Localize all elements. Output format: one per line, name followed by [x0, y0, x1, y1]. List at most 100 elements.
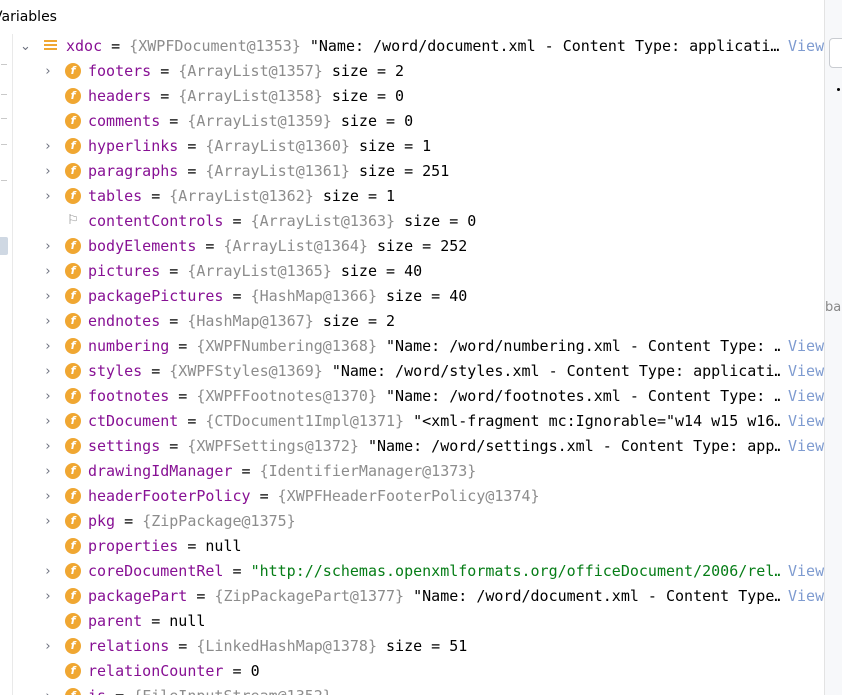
chevron-right-icon[interactable]: ›: [43, 159, 53, 184]
chevron-right-icon[interactable]: ›: [43, 384, 53, 409]
chevron-right-icon[interactable]: ›: [43, 134, 53, 159]
equals-sign: =: [223, 287, 251, 305]
tree-row-hyperlinks[interactable]: › f hyperlinks = {ArrayList@1360} size = 1: [0, 134, 824, 159]
row-text: coreDocumentRel = "http://schemas.openxm…: [88, 559, 780, 584]
tree-row-pkg[interactable]: › f pkg = {ZipPackage@1375}: [0, 509, 824, 534]
variable-value: "Name: /word/footnotes.xml - Content Typ…: [386, 387, 780, 405]
tree-row-footnotes[interactable]: › f footnotes = {XWPFFootnotes@1370} "Name…: [0, 384, 824, 409]
variable-name: pictures: [88, 262, 161, 280]
tree-row-styles[interactable]: › f styles = {XWPFStyles@1369} "Name: /wor…: [0, 359, 824, 384]
tree-row-footers[interactable]: › f footers = {ArrayList@1357} size = 2: [0, 59, 824, 84]
chevron-right-icon[interactable]: ›: [43, 459, 53, 484]
tree-row-coreDocumentRel[interactable]: › f coreDocumentRel = "http://schemas.open…: [0, 559, 824, 584]
row-text: footers = {ArrayList@1357} size = 2: [88, 59, 824, 84]
tree-row-tables[interactable]: › f tables = {ArrayList@1362} size = 1: [0, 184, 824, 209]
chevron-right-icon[interactable]: ›: [43, 359, 53, 384]
tree-row-contentControls[interactable]: ⚐ contentControls = {ArrayList@1363} size…: [0, 209, 824, 234]
row-text: pictures = {ArrayList@1365} size = 40: [88, 259, 824, 284]
view-link[interactable]: View: [780, 384, 824, 409]
field-icon: f: [65, 263, 81, 279]
tree-row-pictures[interactable]: › f pictures = {ArrayList@1365} size = 40: [0, 259, 824, 284]
chevron-right-icon[interactable]: ›: [43, 184, 53, 209]
row-text: ctDocument = {CTDocument1Impl@1371} "<xm…: [88, 409, 780, 434]
field-icon: f: [65, 163, 81, 179]
variable-name: headerFooterPolicy: [88, 487, 251, 505]
object-reference: {HashMap@1366}: [250, 287, 377, 305]
tree-row-numbering[interactable]: › f numbering = {XWPFNumbering@1368} "Name…: [0, 334, 824, 359]
view-link[interactable]: View: [780, 359, 824, 384]
chevron-right-icon[interactable]: ›: [43, 334, 53, 359]
right-side-panel: bac: [824, 0, 842, 695]
tree-row-packagePart[interactable]: › f packagePart = {ZipPackagePart@1377} "N…: [0, 584, 824, 609]
tree-row-relations[interactable]: › f relations = {LinkedHashMap@1378} size …: [0, 634, 824, 659]
chevron-right-icon[interactable]: ›: [43, 259, 53, 284]
variable-name: relationCounter: [88, 662, 224, 680]
tree-row-comments[interactable]: f comments = {ArrayList@1359} size = 0: [0, 109, 824, 134]
row-text: headers = {ArrayList@1358} size = 0: [88, 84, 824, 109]
equals-sign: =: [178, 537, 206, 555]
equals-sign: =: [169, 337, 197, 355]
tree-row-headers[interactable]: f headers = {ArrayList@1358} size = 0: [0, 84, 824, 109]
tree-row-properties[interactable]: f properties = null: [0, 534, 824, 559]
chevron-right-icon[interactable]: ›: [43, 409, 53, 434]
chevron-down-icon[interactable]: ⌄: [20, 34, 31, 59]
view-link[interactable]: View: [780, 559, 824, 584]
chevron-right-icon[interactable]: ›: [43, 509, 53, 534]
chevron-right-icon[interactable]: ›: [43, 559, 53, 584]
variable-value: "http://schemas.openxmlformats.org/offic…: [250, 562, 780, 580]
chevron-right-icon[interactable]: ›: [43, 309, 53, 334]
view-link[interactable]: View: [780, 434, 824, 459]
object-reference: {XWPFFootnotes@1370}: [196, 387, 377, 405]
field-icon: f: [65, 63, 81, 79]
tree-row-bodyElements[interactable]: › f bodyElements = {ArrayList@1364} size =…: [0, 234, 824, 259]
field-icon: f: [65, 338, 81, 354]
chevron-right-icon[interactable]: ›: [43, 634, 53, 659]
variable-value: "Name: /word/document.xml - Content Type…: [413, 587, 780, 605]
chevron-right-icon[interactable]: ›: [43, 484, 53, 509]
chevron-right-icon[interactable]: ›: [43, 434, 53, 459]
variable-name: relations: [88, 637, 170, 655]
tree-row-packagePictures[interactable]: › f packagePictures = {HashMap@1366} size …: [0, 284, 824, 309]
right-panel-input[interactable]: [829, 38, 842, 68]
equals-sign: =: [160, 112, 188, 130]
tree-row-relationCounter[interactable]: f relationCounter = 0: [0, 659, 824, 684]
tree-row-parent[interactable]: f parent = null: [0, 609, 824, 634]
chevron-right-icon[interactable]: ›: [43, 584, 53, 609]
variable-value: "<xml-fragment mc:Ignorable="w14 w15 w16…: [413, 412, 780, 430]
tree-row-drawingIdManager[interactable]: › f drawingIdManager = {IdentifierManager@…: [0, 459, 824, 484]
chevron-right-icon[interactable]: ›: [43, 284, 53, 309]
chevron-right-icon[interactable]: ›: [43, 234, 53, 259]
variable-name: contentControls: [88, 212, 224, 230]
object-reference: {XWPFHeaderFooterPolicy@1374}: [277, 487, 540, 505]
equals-sign: =: [142, 612, 170, 630]
view-link[interactable]: View: [780, 584, 824, 609]
variable-name: headers: [88, 87, 152, 105]
field-icon: f: [65, 388, 81, 404]
object-reference: {CTDocument1Impl@1371}: [205, 412, 405, 430]
tree-row-paragraphs[interactable]: › f paragraphs = {ArrayList@1361} size = 2…: [0, 159, 824, 184]
tree-row-ctDocument[interactable]: › f ctDocument = {CTDocument1Impl@1371} "<…: [0, 409, 824, 434]
object-reference: {ArrayList@1365}: [187, 262, 332, 280]
view-link[interactable]: View: [780, 334, 824, 359]
variable-name: settings: [88, 437, 161, 455]
tree-row-is[interactable]: ›fis = {FileInputStream@1352}: [0, 684, 824, 695]
row-text: drawingIdManager = {IdentifierManager@13…: [88, 459, 824, 484]
row-text: packagePart = {ZipPackagePart@1377} "Nam…: [88, 584, 780, 609]
variable-value: "Name: /word/styles.xml - Content Type: …: [331, 362, 780, 380]
variables-tree: ⌄ xdoc = {XWPFDocument@1353} "Name: /word…: [0, 34, 824, 695]
variable-name: comments: [88, 112, 161, 130]
tree-row-settings[interactable]: › f settings = {XWPFSettings@1372} "Name: …: [0, 434, 824, 459]
object-reference: {XWPFStyles@1369}: [169, 362, 323, 380]
row-text: numbering = {XWPFNumbering@1368} "Name: …: [88, 334, 780, 359]
variable-value: 0: [250, 662, 260, 680]
tree-row-endnotes[interactable]: › f endnotes = {HashMap@1367} size = 2: [0, 309, 824, 334]
chevron-right-icon[interactable]: ›: [43, 59, 53, 84]
tree-row-headerFooterPolicy[interactable]: › f headerFooterPolicy = {XWPFHeaderFooter…: [0, 484, 824, 509]
chevron-right-icon[interactable]: ›: [43, 684, 53, 695]
row-text: tables = {ArrayList@1362} size = 1: [88, 184, 824, 209]
view-link[interactable]: View: [780, 34, 824, 59]
tree-row-xdoc[interactable]: ⌄ xdoc = {XWPFDocument@1353} "Name: /word…: [0, 34, 824, 59]
row-text: relations = {LinkedHashMap@1378} size = …: [88, 634, 824, 659]
view-link[interactable]: View: [780, 409, 824, 434]
variable-value: size = 2: [331, 62, 405, 80]
